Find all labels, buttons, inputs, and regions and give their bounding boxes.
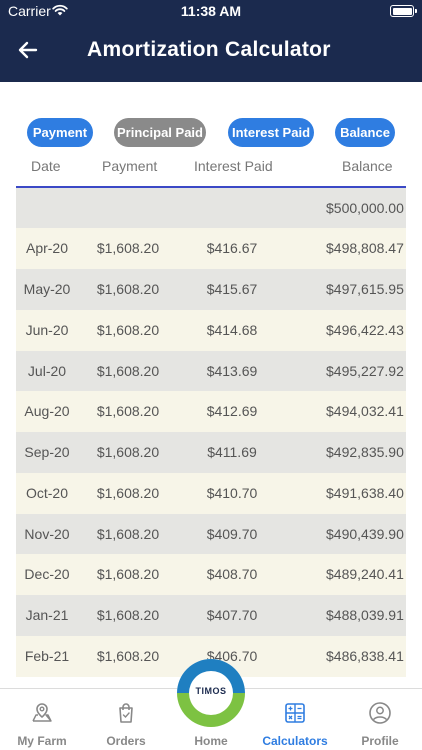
legend-pill-payment[interactable]: Payment [27, 118, 93, 147]
app-header: Carrier 11:38 AM Amortization Calculator [0, 0, 422, 82]
battery-icon [390, 5, 417, 17]
column-header-date: Date [31, 158, 61, 174]
tab-label: Home [194, 734, 228, 748]
cell-interest: $413.69 [206, 363, 258, 379]
logo-text: TIMOS [195, 686, 227, 696]
cell-interest: $409.70 [206, 526, 258, 542]
cell-date: Jan-21 [25, 607, 69, 623]
column-header-balance: Balance [342, 158, 393, 174]
column-header-interest-paid: Interest Paid [194, 158, 273, 174]
cell-interest: $414.68 [206, 322, 258, 338]
cell-payment: $1,608.20 [96, 403, 160, 419]
tab-label: Calculators [262, 734, 328, 748]
cell-balance: $486,838.41 [326, 648, 404, 664]
cell-interest: $407.70 [206, 607, 258, 623]
cell-date: Feb-21 [24, 648, 70, 664]
cell-balance: $497,615.95 [326, 281, 404, 297]
cell-balance: $500,000.00 [326, 200, 404, 216]
cell-balance: $498,808.47 [326, 240, 404, 256]
legend-pill-principal-paid[interactable]: Principal Paid [114, 118, 206, 147]
profile-icon [369, 702, 391, 724]
tab-calculators[interactable]: Calculators [253, 689, 337, 750]
home-logo[interactable]: TIMOS [176, 658, 246, 728]
cell-date: Dec-20 [24, 566, 70, 582]
table-row: Jan-21 $1,608.20 $407.70 $488,039.91 [16, 595, 406, 636]
table-row: Jun-20 $1,608.20 $414.68 $496,422.43 [16, 310, 406, 351]
table-row: Apr-20 $1,608.20 $416.67 $498,808.47 [16, 228, 406, 269]
cell-date: Jul-20 [27, 363, 67, 379]
cell-balance: $490,439.90 [326, 526, 404, 542]
cell-payment: $1,608.20 [96, 526, 160, 542]
cell-interest: $412.69 [206, 403, 258, 419]
cell-date: Jun-20 [25, 322, 69, 338]
cell-interest: $416.67 [206, 240, 258, 256]
table-row: Jul-20 $1,608.20 $413.69 $495,227.92 [16, 351, 406, 392]
cell-date: Aug-20 [24, 403, 70, 419]
cell-balance: $496,422.43 [326, 322, 404, 338]
cell-date: Nov-20 [24, 526, 70, 542]
cell-payment: $1,608.20 [96, 322, 160, 338]
status-bar: Carrier 11:38 AM [0, 0, 422, 24]
table-row: Nov-20 $1,608.20 $409.70 $490,439.90 [16, 514, 406, 555]
column-header-payment: Payment [102, 158, 158, 174]
tab-label: Orders [106, 734, 146, 748]
cell-interest: $408.70 [206, 566, 258, 582]
cell-interest: $410.70 [206, 485, 258, 501]
table-row: Aug-20 $1,608.20 $412.69 $494,032.41 [16, 391, 406, 432]
table-row: May-20 $1,608.20 $415.67 $497,615.95 [16, 269, 406, 310]
shopping-bag-icon [119, 703, 133, 723]
cell-date: May-20 [23, 281, 71, 297]
table-row: Dec-20 $1,608.20 $408.70 $489,240.41 [16, 554, 406, 595]
cell-payment: $1,608.20 [96, 566, 160, 582]
cell-date: Apr-20 [25, 240, 69, 256]
map-pin-icon [32, 703, 52, 722]
legend-pill-interest-paid[interactable]: Interest Paid [228, 118, 314, 147]
cell-payment: $1,608.20 [96, 607, 160, 623]
cell-balance: $494,032.41 [326, 403, 404, 419]
amortization-table[interactable]: $500,000.00 Apr-20 $1,608.20 $416.67 $49… [16, 188, 406, 688]
tab-label: My Farm [17, 734, 67, 748]
cell-payment: $1,608.20 [96, 648, 160, 664]
cell-payment: $1,608.20 [96, 444, 160, 460]
calculator-icon [285, 703, 305, 723]
back-arrow-icon[interactable] [16, 38, 40, 62]
clock: 11:38 AM [180, 3, 242, 19]
cell-payment: $1,608.20 [96, 281, 160, 297]
cell-interest: $415.67 [206, 281, 258, 297]
cell-balance: $488,039.91 [326, 607, 404, 623]
table-row: Sep-20 $1,608.20 $411.69 $492,835.90 [16, 432, 406, 473]
cell-balance: $495,227.92 [326, 363, 404, 379]
tab-label: Profile [361, 734, 399, 748]
cell-payment: $1,608.20 [96, 240, 160, 256]
cell-payment: $1,608.20 [96, 363, 160, 379]
cell-balance: $491,638.40 [326, 485, 404, 501]
cell-payment: $1,608.20 [96, 485, 160, 501]
cell-date: Oct-20 [25, 485, 68, 501]
cell-date: Sep-20 [24, 444, 70, 460]
tab-my-farm[interactable]: My Farm [0, 689, 84, 750]
tab-orders[interactable]: Orders [84, 689, 168, 750]
table-row-initial: $500,000.00 [16, 188, 406, 229]
cell-interest: $411.69 [207, 444, 257, 460]
legend-pill-balance[interactable]: Balance [335, 118, 395, 147]
table-row: Oct-20 $1,608.20 $410.70 $491,638.40 [16, 473, 406, 514]
tab-profile[interactable]: Profile [338, 689, 422, 750]
cell-balance: $492,835.90 [326, 444, 404, 460]
page-title: Amortization Calculator [87, 38, 331, 61]
cell-balance: $489,240.41 [326, 566, 404, 582]
